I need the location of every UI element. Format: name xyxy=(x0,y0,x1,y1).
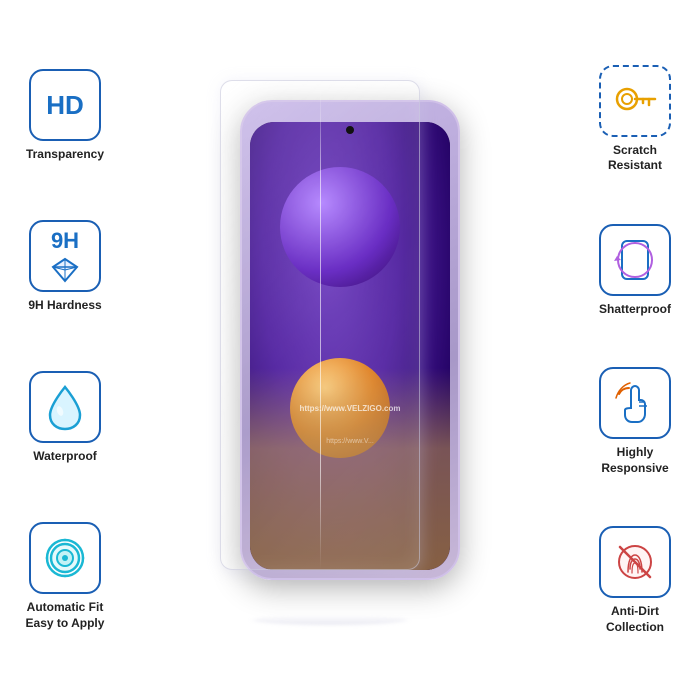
waterproof-label: Waterproof xyxy=(33,449,97,465)
product-infographic: HD Transparency 9H 9H Hardness xyxy=(0,0,700,700)
feature-highly-responsive: Highly Responsive xyxy=(599,367,671,476)
9h-text-icon: 9H xyxy=(51,228,79,254)
autofit-icon xyxy=(41,534,89,582)
center-product-display: https://www.VELZIGO.com https://www.V... xyxy=(130,0,570,700)
feature-auto-fit: Automatic Fit Easy to Apply xyxy=(26,522,105,631)
anti-dirt-icon xyxy=(612,539,658,585)
feature-anti-dirt: Anti-Dirt Collection xyxy=(599,526,671,635)
scratch-resistant-label: Scratch Resistant xyxy=(608,143,662,174)
feature-waterproof: Waterproof xyxy=(29,371,101,465)
antidirt-icon-box xyxy=(599,526,671,598)
feature-hd-transparency: HD Transparency xyxy=(26,69,104,163)
shatterproof-label: Shatterproof xyxy=(599,302,671,318)
anti-dirt-label: Anti-Dirt Collection xyxy=(606,604,664,635)
feature-shatterproof: Shatterproof xyxy=(599,224,671,318)
hd-text-icon: HD xyxy=(46,92,84,118)
diamond-icon xyxy=(49,256,81,284)
key-icon xyxy=(613,81,657,121)
autofit-icon-box xyxy=(29,522,101,594)
feature-scratch-resistant: Scratch Resistant xyxy=(599,65,671,174)
water-icon-box xyxy=(29,371,101,443)
shatterproof-icon xyxy=(612,237,658,283)
phone-notch-camera xyxy=(346,126,354,134)
glass-reflection-line xyxy=(320,81,321,569)
phone-wrapper: https://www.VELZIGO.com https://www.V... xyxy=(220,80,480,620)
glass-reflection-shadow xyxy=(254,615,407,625)
scratch-icon-box xyxy=(599,65,671,137)
9h-hardness-label: 9H Hardness xyxy=(28,298,101,314)
hd-icon-box: HD xyxy=(29,69,101,141)
right-features-column: Scratch Resistant Shatterproof xyxy=(570,0,700,700)
hd-transparency-label: Transparency xyxy=(26,147,104,163)
autofit-label: Automatic Fit Easy to Apply xyxy=(26,600,105,631)
left-features-column: HD Transparency 9H 9H Hardness xyxy=(0,0,130,700)
touch-hand-icon xyxy=(613,380,657,426)
tempered-glass-overlay xyxy=(220,80,420,570)
touch-icon-box xyxy=(599,367,671,439)
9h-icon-box: 9H xyxy=(29,220,101,292)
water-drop-icon xyxy=(46,383,84,431)
highly-responsive-label: Highly Responsive xyxy=(601,445,668,476)
feature-9h-hardness: 9H 9H Hardness xyxy=(28,220,101,314)
shatter-icon-box xyxy=(599,224,671,296)
